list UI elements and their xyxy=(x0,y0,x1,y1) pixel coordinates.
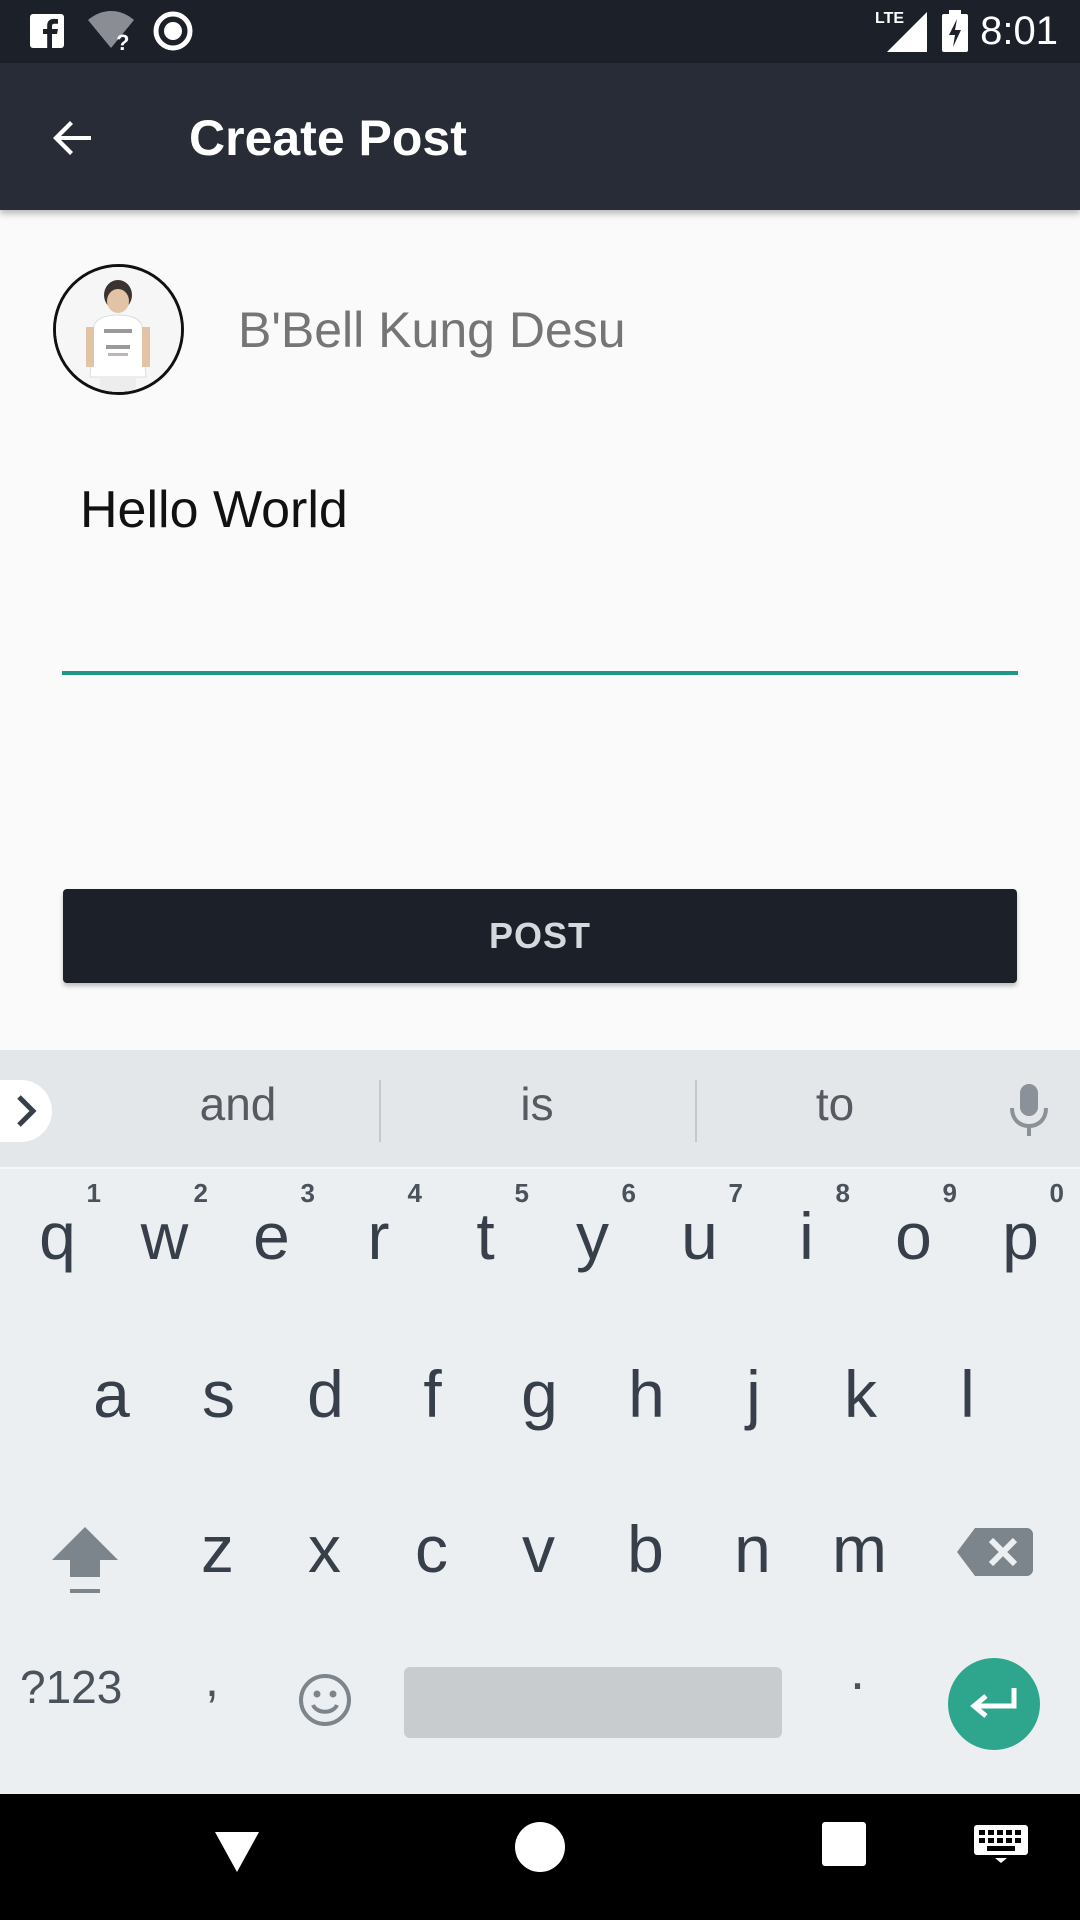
key-m[interactable]: m xyxy=(806,1495,913,1635)
triangle-back-icon xyxy=(215,1832,259,1872)
key-x[interactable]: x xyxy=(271,1495,378,1635)
navigation-bar xyxy=(0,1794,1080,1920)
key-l[interactable]: l xyxy=(914,1340,1021,1480)
key-label: q xyxy=(39,1199,76,1273)
backspace-icon xyxy=(957,1528,1033,1576)
backspace-key[interactable] xyxy=(955,1522,1035,1582)
key-d[interactable]: d xyxy=(272,1340,379,1480)
suggestion-item[interactable]: to xyxy=(735,1077,935,1131)
wifi-unknown-icon: ? xyxy=(88,11,134,52)
key-label: r xyxy=(367,1199,390,1273)
key-label: x xyxy=(308,1512,341,1586)
key-g[interactable]: g xyxy=(486,1340,593,1480)
enter-key[interactable] xyxy=(948,1658,1040,1750)
app-bar: Create Post xyxy=(0,63,1080,210)
key-label: e xyxy=(253,1199,290,1273)
arrow-back-icon xyxy=(53,121,91,155)
key-label: i xyxy=(799,1199,814,1273)
key-label: k xyxy=(844,1357,877,1431)
user-photo xyxy=(56,267,181,392)
battery-charging-icon xyxy=(942,10,968,52)
author-name: B'Bell Kung Desu xyxy=(238,302,626,358)
status-bar: ? LTE 8:01 xyxy=(0,0,1080,63)
key-label: c xyxy=(415,1512,448,1586)
suggestion-bar: and is to xyxy=(0,1050,1080,1169)
nav-recents-button[interactable] xyxy=(822,1822,866,1866)
key-c[interactable]: c xyxy=(378,1495,485,1635)
key-i[interactable]: 8i xyxy=(753,1178,860,1318)
comma-key[interactable]: , xyxy=(205,1650,219,1708)
key-n[interactable]: n xyxy=(699,1495,806,1635)
key-q[interactable]: 1q xyxy=(4,1178,111,1318)
key-label: z xyxy=(201,1512,234,1586)
network-label: LTE xyxy=(875,10,905,27)
chevron-right-icon xyxy=(17,1095,37,1127)
space-key[interactable] xyxy=(404,1667,782,1738)
key-h[interactable]: h xyxy=(593,1340,700,1480)
post-button[interactable]: POST xyxy=(63,889,1017,983)
key-label: a xyxy=(93,1357,130,1431)
key-label: b xyxy=(627,1512,664,1586)
key-t[interactable]: 5t xyxy=(432,1178,539,1318)
key-label: o xyxy=(895,1199,932,1273)
shift-arrow-icon xyxy=(52,1527,118,1593)
voice-input-button[interactable] xyxy=(1000,1080,1060,1140)
key-p[interactable]: 0p xyxy=(967,1178,1074,1318)
post-text-input[interactable] xyxy=(62,470,1018,675)
page-title: Create Post xyxy=(189,110,467,166)
key-label: t xyxy=(476,1199,495,1273)
key-label: j xyxy=(746,1357,761,1431)
key-v[interactable]: v xyxy=(485,1495,592,1635)
key-k[interactable]: k xyxy=(807,1340,914,1480)
lte-signal-icon: LTE xyxy=(875,10,929,52)
key-b[interactable]: b xyxy=(592,1495,699,1635)
suggestion-item[interactable]: is xyxy=(437,1077,637,1131)
clock: 8:01 xyxy=(980,9,1058,53)
key-f[interactable]: f xyxy=(379,1340,486,1480)
key-label: n xyxy=(734,1512,771,1586)
keyboard-switch-button[interactable] xyxy=(973,1824,1029,1864)
key-label: u xyxy=(681,1199,718,1273)
key-w[interactable]: 2w xyxy=(111,1178,218,1318)
svg-text:?: ? xyxy=(116,30,129,52)
key-label: w xyxy=(140,1199,189,1273)
key-z[interactable]: z xyxy=(164,1495,271,1635)
key-label: s xyxy=(202,1357,235,1431)
key-a[interactable]: a xyxy=(58,1340,165,1480)
key-label: f xyxy=(423,1357,442,1431)
nav-home-button[interactable] xyxy=(515,1822,565,1872)
key-label: v xyxy=(522,1512,555,1586)
key-j[interactable]: j xyxy=(700,1340,807,1480)
symbols-key[interactable]: ?123 xyxy=(20,1660,122,1714)
key-e[interactable]: 3e xyxy=(218,1178,325,1318)
facebook-icon xyxy=(30,14,64,48)
expand-suggestions-button[interactable] xyxy=(0,1080,52,1142)
key-label: m xyxy=(832,1512,887,1586)
key-o[interactable]: 9o xyxy=(860,1178,967,1318)
key-label: g xyxy=(521,1357,558,1431)
nav-back-button[interactable] xyxy=(207,1822,267,1882)
microphone-icon xyxy=(1010,1084,1048,1136)
key-s[interactable]: s xyxy=(165,1340,272,1480)
suggestion-item[interactable]: and xyxy=(138,1077,338,1131)
back-button[interactable] xyxy=(38,103,108,173)
key-label: p xyxy=(1002,1199,1039,1273)
avatar xyxy=(53,264,184,395)
key-label: y xyxy=(576,1199,609,1273)
period-key[interactable]: . xyxy=(850,1640,865,1702)
key-label: h xyxy=(628,1357,665,1431)
key-y[interactable]: 6y xyxy=(539,1178,646,1318)
emoji-key[interactable] xyxy=(297,1672,353,1728)
key-label: l xyxy=(960,1357,975,1431)
suggestion-divider xyxy=(379,1080,381,1142)
key-u[interactable]: 7u xyxy=(646,1178,753,1318)
emoji-icon xyxy=(299,1674,351,1726)
shift-key[interactable] xyxy=(40,1515,130,1605)
enter-arrow-icon xyxy=(970,1688,1017,1718)
key-r[interactable]: 4r xyxy=(325,1178,432,1318)
key-label: d xyxy=(307,1357,344,1431)
keyboard-icon xyxy=(974,1825,1028,1863)
suggestion-divider xyxy=(695,1080,697,1142)
record-icon xyxy=(153,11,193,51)
